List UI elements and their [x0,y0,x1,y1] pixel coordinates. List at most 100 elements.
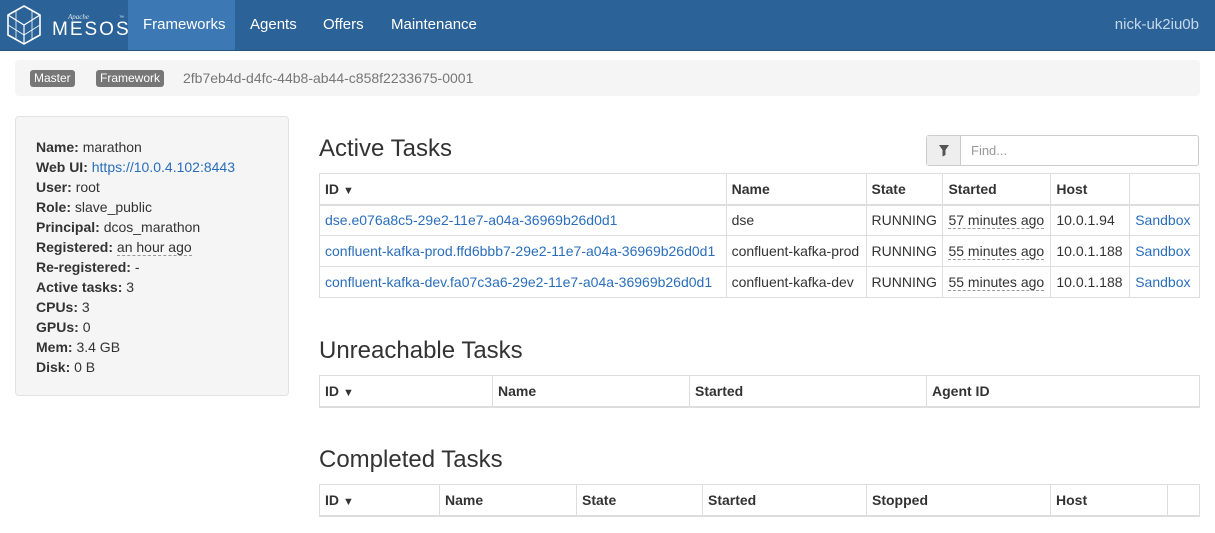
col-name[interactable]: Name [725,173,867,206]
task-host: 10.0.1.188 [1050,235,1131,267]
col-state[interactable]: State [865,173,944,206]
info-mem-label: Mem: [36,339,73,355]
col-state[interactable]: State [576,484,703,517]
info-principal-label: Principal: [36,219,100,235]
task-state: RUNNING [865,204,944,236]
info-user-label: User: [36,179,72,195]
col-started[interactable]: Started [942,173,1052,206]
task-name: confluent-kafka-dev [725,266,867,298]
info-role-value: slave_public [74,199,152,215]
info-gpus-value: 0 [82,319,91,335]
logo-text: MESOS [52,19,131,40]
col-agent-id[interactable]: Agent ID [926,375,1200,408]
nav-agents[interactable]: Agents [235,0,312,50]
info-registered: Registered: an hour ago [36,238,235,258]
col-id[interactable]: ID ▼ [319,173,727,206]
col-started[interactable]: Started [689,375,927,408]
col-host[interactable]: Host [1050,173,1131,206]
info-role-label: Role: [36,199,71,215]
col-id-label: ID [325,491,339,508]
task-state: RUNNING [865,235,944,267]
task-name: confluent-kafka-prod [725,235,867,267]
col-sandbox [1129,173,1200,206]
active-tasks-heading: Active Tasks [319,135,452,162]
info-principal-value: dcos_marathon [103,219,201,235]
task-started: 55 minutes ago [948,243,1045,260]
col-id-label: ID [325,382,339,399]
info-name-label: Name: [36,139,79,155]
col-sandbox [1167,484,1200,517]
nav-maintenance[interactable]: Maintenance [376,0,492,50]
info-reregistered-label: Re-registered: [36,259,131,275]
info-disk-value: 0 B [74,359,96,375]
info-registered-label: Registered: [36,239,114,255]
col-id[interactable]: ID ▼ [319,484,440,517]
task-id-link[interactable]: confluent-kafka-dev.fa07c3a6-29e2-11e7-a… [325,274,712,290]
col-stopped[interactable]: Stopped [866,484,1051,517]
sort-desc-icon: ▼ [343,386,354,399]
task-state: RUNNING [865,266,944,298]
breadcrumb-framework-id: 2fb7eb4d-d4fc-44b8-ab44-c858f2233675-000… [183,70,474,86]
info-active-tasks-value: 3 [126,279,135,295]
task-filter [926,135,1199,166]
info-name: Name: marathon [36,138,235,158]
sort-desc-icon: ▼ [343,495,354,508]
search-input[interactable] [961,136,1197,165]
task-name: dse [725,204,867,236]
breadcrumb: Master / Framework 2fb7eb4d-d4fc-44b8-ab… [15,60,1200,96]
info-gpus: GPUs: 0 [36,318,235,338]
mesos-logo[interactable]: Apache MESOS ™ [6,5,129,45]
sandbox-link[interactable]: Sandbox [1135,243,1190,259]
info-reregistered: Re-registered: - [36,258,235,278]
breadcrumb-framework-label: Framework [96,70,165,87]
table-row: dse.e076a8c5-29e2-11e7-a04a-36969b26d0d1… [319,204,1200,236]
info-cpus-label: CPUs: [36,299,79,315]
info-registered-value: an hour ago [116,239,192,256]
top-navbar: Apache MESOS ™ Frameworks Agents Offers … [0,0,1215,51]
info-gpus-label: GPUs: [36,319,79,335]
col-started[interactable]: Started [702,484,867,517]
info-disk: Disk: 0 B [36,358,235,378]
task-host: 10.0.1.94 [1050,204,1131,236]
info-principal: Principal: dcos_marathon [36,218,235,238]
sort-desc-icon: ▼ [343,184,354,197]
sandbox-link[interactable]: Sandbox [1135,212,1190,228]
framework-info-panel: Name: marathon Web UI: https://10.0.4.10… [15,116,289,396]
info-role: Role: slave_public [36,198,235,218]
info-webui: Web UI: https://10.0.4.102:8443 [36,158,235,178]
nav-user[interactable]: nick-uk2iu0b [1115,0,1199,50]
task-host: 10.0.1.188 [1050,266,1131,298]
info-mem-value: 3.4 GB [76,339,121,355]
filter-icon [939,145,949,157]
filter-button[interactable] [927,136,961,165]
info-user-value: root [75,179,100,195]
task-started: 55 minutes ago [948,274,1045,291]
col-id[interactable]: ID ▼ [319,375,493,408]
col-name[interactable]: Name [492,375,690,408]
unreachable-tasks-table: ID ▼ Name Started Agent ID [319,375,1200,408]
logo-tm: ™ [119,15,124,21]
info-active-tasks-label: Active tasks: [36,279,123,295]
info-name-value: marathon [82,139,142,155]
info-webui-label: Web UI: [36,159,88,175]
col-host[interactable]: Host [1050,484,1168,517]
info-mem: Mem: 3.4 GB [36,338,235,358]
breadcrumb-master[interactable]: Master [30,70,75,87]
table-row: confluent-kafka-dev.fa07c3a6-29e2-11e7-a… [319,266,1200,298]
col-id-label: ID [325,180,339,197]
nav-offers[interactable]: Offers [308,0,379,50]
task-id-link[interactable]: confluent-kafka-prod.ffd6bbb7-29e2-11e7-… [325,243,715,259]
task-id-link[interactable]: dse.e076a8c5-29e2-11e7-a04a-36969b26d0d1 [325,212,617,228]
completed-tasks-heading: Completed Tasks [319,446,503,473]
sandbox-link[interactable]: Sandbox [1135,274,1190,290]
nav-frameworks[interactable]: Frameworks [128,0,235,50]
webui-link[interactable]: https://10.0.4.102:8443 [92,159,235,175]
task-started: 57 minutes ago [948,212,1045,230]
info-cpus-value: 3 [81,299,90,315]
info-active-tasks: Active tasks: 3 [36,278,235,298]
col-name[interactable]: Name [439,484,577,517]
info-disk-label: Disk: [36,359,71,375]
info-user: User: root [36,178,235,198]
unreachable-tasks-heading: Unreachable Tasks [319,337,523,364]
info-cpus: CPUs: 3 [36,298,235,318]
